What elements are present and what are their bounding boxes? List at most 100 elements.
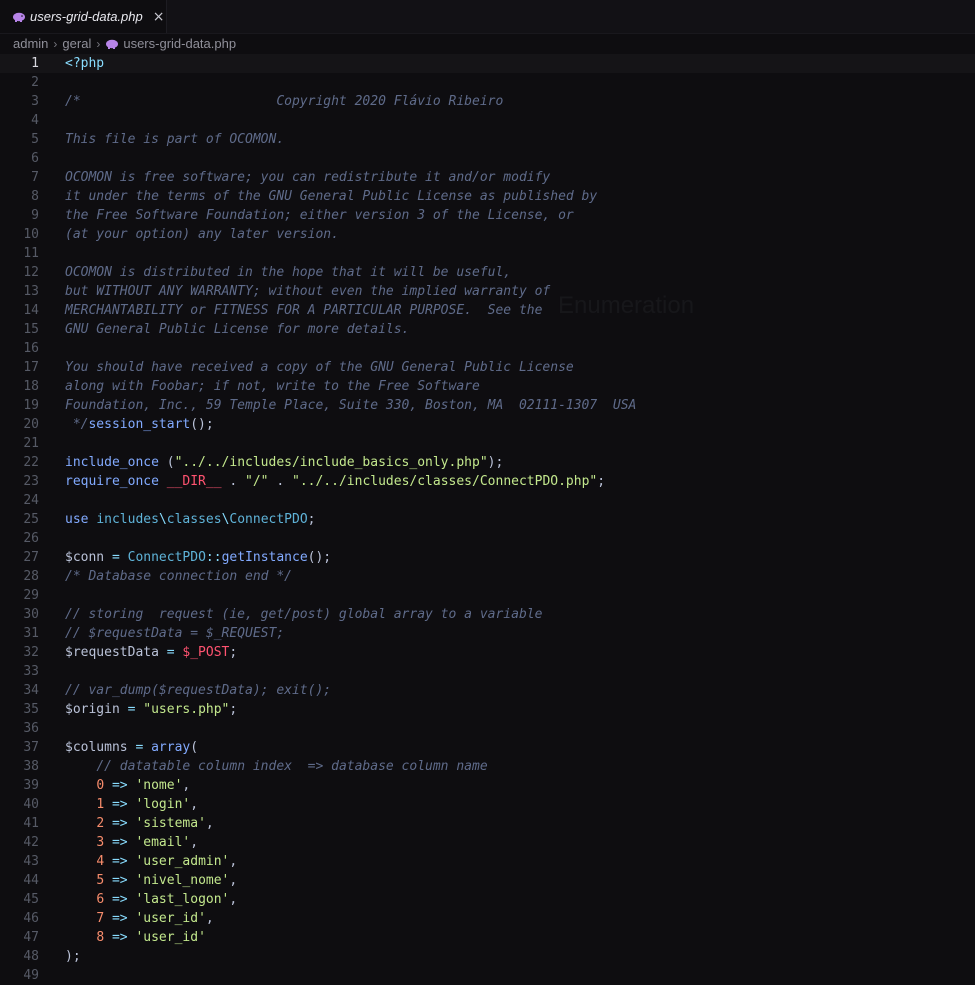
breadcrumb-item-geral[interactable]: geral [62, 36, 91, 51]
code-line[interactable]: 47 8 => 'user_id' [0, 928, 975, 947]
code-line[interactable]: 44 5 => 'nivel_nome', [0, 871, 975, 890]
line-number: 30 [23, 607, 39, 622]
code-token: OCOMON is distributed in the hope that i… [65, 265, 512, 280]
code-line[interactable]: 45 6 => 'last_logon', [0, 890, 975, 909]
code-line[interactable]: 18 along with Foobar; if not, write to th… [0, 377, 975, 396]
code-line[interactable]: 19 Foundation, Inc., 59 Temple Place, Sui… [0, 396, 975, 415]
code-token: , [229, 892, 238, 907]
code-line[interactable]: 5 This file is part of OCOMON. [0, 130, 975, 149]
code-token: 4 [96, 854, 105, 869]
code-line[interactable]: 32 $requestData = $_POST; [0, 643, 975, 662]
code-token: ); [487, 455, 504, 470]
code-line[interactable]: 39 0 => 'nome', [0, 776, 975, 795]
code-line[interactable]: 12 OCOMON is distributed in the hope that… [0, 263, 975, 282]
code-token: ConnectPDO [127, 550, 206, 565]
code-token: = [166, 645, 175, 660]
code-token: , [190, 835, 199, 850]
code-line[interactable]: 29 [0, 586, 975, 605]
close-tab-icon[interactable]: × [153, 9, 165, 25]
code-line[interactable]: 16 [0, 339, 975, 358]
code-line[interactable]: 15 GNU General Public License for more de… [0, 320, 975, 339]
code-text: $columns = array( [65, 738, 198, 757]
code-token: but WITHOUT ANY WARRANTY; without even t… [65, 284, 551, 299]
code-line[interactable]: 22 include_once ("../../includes/include_… [0, 453, 975, 472]
line-number: 20 [23, 417, 39, 432]
breadcrumb-item-file[interactable]: users-grid-data.php [123, 36, 236, 51]
code-token: require_once [65, 474, 159, 489]
code-line[interactable]: 20 */session_start(); [0, 415, 975, 434]
line-number: 3 [31, 94, 39, 109]
code-line[interactable]: 31 // $requestData = $_REQUEST; [0, 624, 975, 643]
code-line[interactable]: 7 OCOMON is free software; you can redist… [0, 168, 975, 187]
code-token: ( [158, 455, 175, 470]
chevron-right-icon: › [96, 36, 101, 51]
code-line[interactable]: 10 (at your option) any later version. [0, 225, 975, 244]
code-token: => [111, 816, 128, 831]
code-line[interactable]: 8 it under the terms of the GNU General P… [0, 187, 975, 206]
code-line[interactable]: 30 // storing request (ie, get/post) glob… [0, 605, 975, 624]
code-token: ); [65, 949, 81, 964]
code-token: it under the terms of the GNU General Pu… [65, 189, 598, 204]
code-line[interactable]: 42 3 => 'email', [0, 833, 975, 852]
code-token: "users.php" [143, 702, 230, 717]
code-line[interactable]: 2 [0, 73, 975, 92]
code-line[interactable]: 28 /* Database connection end */ [0, 567, 975, 586]
breadcrumb-item-admin[interactable]: admin [13, 36, 48, 51]
code-token: $_POST [182, 645, 230, 660]
code-line[interactable]: 9 the Free Software Foundation; either ve… [0, 206, 975, 225]
code-line[interactable]: 27 $conn = ConnectPDO::getInstance(); [0, 548, 975, 567]
line-number: 32 [23, 645, 39, 660]
code-line[interactable]: 49 [0, 966, 975, 985]
code-editor[interactable]: 1 <?php 2 3/* Copyright 2020 Flávio Ribeiro… [0, 54, 975, 983]
code-text: // var_dump($requestData); exit(); [65, 681, 331, 700]
code-token: MERCHANTABILITY or FITNESS FOR A PARTICU… [65, 303, 543, 318]
code-token: ( [190, 740, 199, 755]
code-line[interactable]: 25 use includes\classes\ConnectPDO; [0, 510, 975, 529]
code-line[interactable]: 3 /* Copyright 2020 Flávio Ribeiro [0, 92, 975, 111]
code-token: 1 [96, 797, 105, 812]
tab-label: users-grid-data.php [30, 9, 143, 24]
code-token: , [205, 816, 214, 831]
code-line[interactable]: 24 [0, 491, 975, 510]
code-token: => [111, 873, 128, 888]
code-line[interactable]: 34 // var_dump($requestData); exit(); [0, 681, 975, 700]
code-line[interactable]: 33 [0, 662, 975, 681]
code-token: along with Foobar; if not, write to the … [65, 379, 480, 394]
code-line[interactable]: 23 require_once __DIR__ . "/" . "../../in… [0, 472, 975, 491]
code-text: 5 => 'nivel_nome', [65, 871, 237, 890]
code-line[interactable]: 46 7 => 'user_id', [0, 909, 975, 928]
code-text: 7 => 'user_id', [65, 909, 213, 928]
code-line[interactable]: 14 MERCHANTABILITY or FITNESS FOR A PARTI… [0, 301, 975, 320]
line-number: 46 [23, 911, 39, 926]
code-line[interactable]: 13 but WITHOUT ANY WARRANTY; without even… [0, 282, 975, 301]
code-token: ; [229, 702, 238, 717]
code-text: require_once __DIR__ . "/" . "../../incl… [65, 472, 605, 491]
code-line[interactable]: 17 You should have received a copy of the… [0, 358, 975, 377]
code-token: => [111, 854, 128, 869]
code-line[interactable]: 41 2 => 'sistema', [0, 814, 975, 833]
code-line[interactable]: 11 [0, 244, 975, 263]
code-token: , [182, 778, 191, 793]
code-line[interactable]: 1 <?php [0, 54, 975, 73]
code-line[interactable]: 26 [0, 529, 975, 548]
tab-users-grid-data[interactable]: users-grid-data.php × [0, 0, 167, 33]
code-text: $requestData = $_POST; [65, 643, 237, 662]
code-line[interactable]: 40 1 => 'login', [0, 795, 975, 814]
code-token: 2 [96, 816, 105, 831]
code-token: $requestData [65, 645, 159, 660]
code-text: 6 => 'last_logon', [65, 890, 237, 909]
code-line[interactable]: 38 // datatable column index => database… [0, 757, 975, 776]
code-line[interactable]: 43 4 => 'user_admin', [0, 852, 975, 871]
code-line[interactable]: 21 [0, 434, 975, 453]
code-line[interactable]: 48); [0, 947, 975, 966]
code-line[interactable]: 35 $origin = "users.php"; [0, 700, 975, 719]
code-line[interactable]: 36 [0, 719, 975, 738]
code-token: OCOMON is free software; you can redistr… [65, 170, 551, 185]
code-line[interactable]: 4 [0, 111, 975, 130]
code-line[interactable]: 6 [0, 149, 975, 168]
code-line[interactable]: 37 $columns = array( [0, 738, 975, 757]
